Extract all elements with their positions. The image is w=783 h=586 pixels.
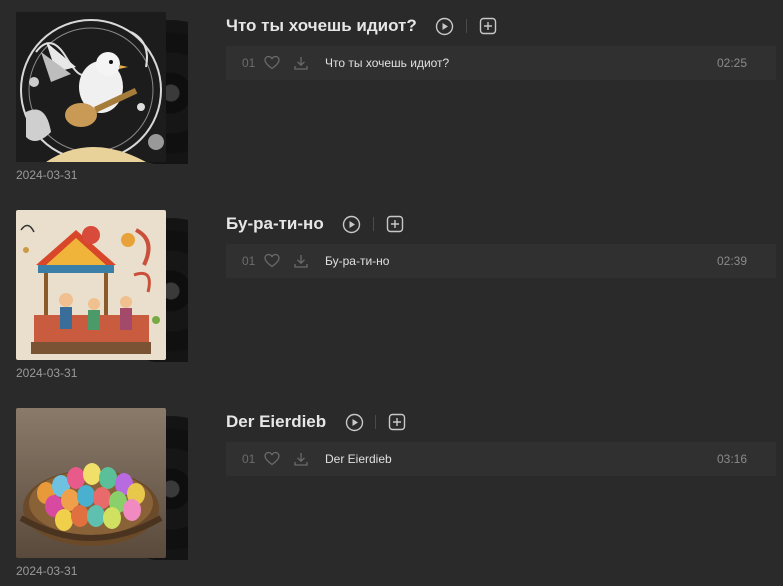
album-cover-image[interactable] xyxy=(16,408,166,558)
album-header: Der Eierdieb xyxy=(226,410,407,434)
track-name[interactable]: Бу-ра-ти-но xyxy=(325,254,389,268)
album-cover-wrap[interactable] xyxy=(16,408,188,560)
track-number: 01 xyxy=(242,452,256,466)
track-duration: 02:25 xyxy=(716,56,747,70)
play-circle-icon[interactable] xyxy=(344,412,364,432)
track-duration: 02:39 xyxy=(716,254,747,268)
track-row[interactable]: 01 Бу-ра-ти-но 02:39 xyxy=(226,244,776,278)
download-icon[interactable] xyxy=(293,253,309,272)
album-header: Бу-ра-ти-но xyxy=(226,212,405,236)
play-circle-icon[interactable] xyxy=(435,16,455,36)
album-card: 2024-03-31 Что ты хочешь идиот? 01 Что т… xyxy=(0,0,783,190)
album-header: Что ты хочешь идиот? xyxy=(226,14,498,38)
album-card: 2024-03-31 Der Eierdieb 01 Der Eierdieb … xyxy=(0,396,783,586)
album-date: 2024-03-31 xyxy=(16,366,78,380)
divider xyxy=(465,19,467,33)
album-cover-wrap[interactable] xyxy=(16,210,188,362)
track-name[interactable]: Что ты хочешь идиот? xyxy=(325,56,449,70)
track-duration: 03:16 xyxy=(716,452,747,466)
heart-icon[interactable] xyxy=(264,55,280,73)
track-number: 01 xyxy=(242,254,256,268)
album-title[interactable]: Der Eierdieb xyxy=(226,412,326,432)
album-title[interactable]: Что ты хочешь идиот? xyxy=(226,16,417,36)
track-row[interactable]: 01 Что ты хочешь идиот? 02:25 xyxy=(226,46,776,80)
album-cover-wrap[interactable] xyxy=(16,12,188,164)
track-number: 01 xyxy=(242,56,256,70)
add-square-icon[interactable] xyxy=(385,214,405,234)
divider xyxy=(375,415,377,429)
add-square-icon[interactable] xyxy=(387,412,407,432)
album-card: 2024-03-31 Бу-ра-ти-но 01 Бу-ра-ти-но 02… xyxy=(0,198,783,388)
track-row[interactable]: 01 Der Eierdieb 03:16 xyxy=(226,442,776,476)
album-cover-image[interactable] xyxy=(16,210,166,360)
album-date: 2024-03-31 xyxy=(16,168,78,182)
download-icon[interactable] xyxy=(293,55,309,74)
download-icon[interactable] xyxy=(293,451,309,470)
add-square-icon[interactable] xyxy=(478,16,498,36)
heart-icon[interactable] xyxy=(264,253,280,271)
album-title[interactable]: Бу-ра-ти-но xyxy=(226,214,324,234)
heart-icon[interactable] xyxy=(264,451,280,469)
divider xyxy=(372,217,374,231)
track-name[interactable]: Der Eierdieb xyxy=(325,452,392,466)
play-circle-icon[interactable] xyxy=(342,214,362,234)
album-cover-image[interactable] xyxy=(16,12,166,162)
album-date: 2024-03-31 xyxy=(16,564,78,578)
